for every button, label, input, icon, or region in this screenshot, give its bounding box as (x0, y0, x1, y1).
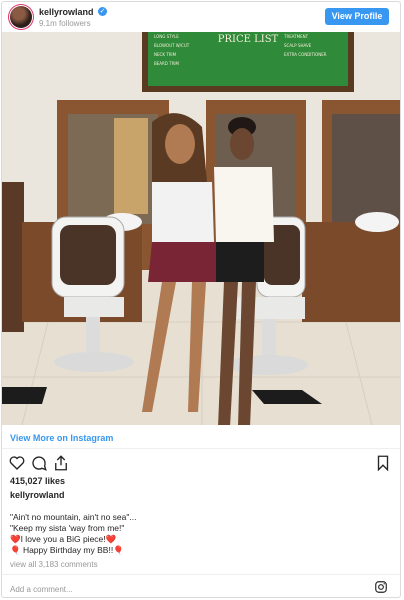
caption-line: "Ain't no mountain, ain't no sea"... (10, 512, 137, 522)
instagram-embed-card: kellyrowland ✓ 9.1m followers View Profi… (1, 1, 401, 598)
username[interactable]: kellyrowland (39, 7, 94, 17)
sign-item: SCALP SHAVE (284, 43, 312, 48)
share-icon[interactable] (52, 454, 70, 472)
verified-badge-icon: ✓ (98, 7, 107, 16)
avatar[interactable] (10, 6, 32, 28)
caption-line: ❤️I love you a BiG piece!❤️ (10, 534, 117, 544)
photo-illustration: PRICE LIST LONG STYLE BLOWOUT W/CUT NECK… (2, 32, 400, 425)
heart-icon[interactable] (8, 454, 26, 472)
view-comments-link[interactable]: view all 3,183 comments (10, 560, 98, 569)
sign-item: NECK TRIM (154, 52, 177, 57)
sign-title: PRICE LIST (218, 34, 279, 45)
post-header: kellyrowland ✓ 9.1m followers View Profi… (2, 2, 400, 32)
sign-item: LONG STYLE (154, 34, 179, 39)
followers-count: 9.1m followers (39, 19, 91, 28)
action-bar (2, 454, 400, 474)
like-count[interactable]: 415,027 likes (10, 476, 65, 486)
post-photo[interactable]: PRICE LIST LONG STYLE BLOWOUT W/CUT NECK… (2, 32, 400, 425)
view-profile-button[interactable]: View Profile (325, 8, 389, 25)
caption-line: 🎈 Happy Birthday my BB!!🎈 (10, 545, 124, 555)
comment-icon[interactable] (30, 454, 48, 472)
divider (2, 574, 400, 575)
caption-username[interactable]: kellyrowland (10, 490, 65, 500)
divider (2, 448, 400, 449)
sign-item: BEARD TRIM (154, 61, 180, 66)
add-comment-input[interactable]: Add a comment... (10, 585, 73, 594)
caption-text: "Ain't no mountain, ain't no sea"... "Ke… (10, 512, 136, 556)
caption-line: "Keep my sista 'way from me!" (10, 523, 125, 533)
sign-item: BLOWOUT W/CUT (154, 43, 190, 48)
sign-item: TREATMENT (283, 34, 309, 39)
view-more-link[interactable]: View More on Instagram (10, 433, 113, 443)
bookmark-icon[interactable] (374, 454, 392, 472)
sign-item: EXTRA CONDITIONER (284, 52, 327, 57)
instagram-icon[interactable] (374, 580, 388, 594)
